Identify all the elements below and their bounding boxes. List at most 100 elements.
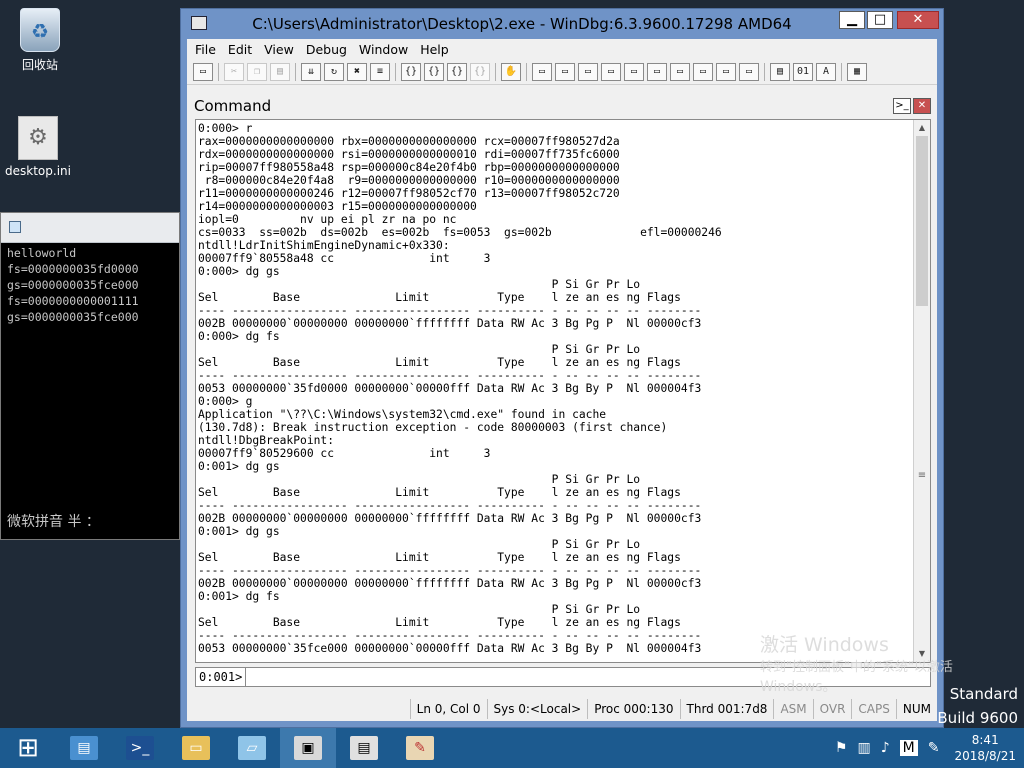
folder-icon: ▭ [182, 736, 210, 760]
run-to-cursor-icon[interactable]: {} [470, 62, 490, 81]
console-icon: ▤ [350, 736, 378, 760]
clock-time: 8:41 [971, 733, 999, 747]
taskbar-powershell[interactable]: >_ [112, 728, 168, 768]
taskbar-explorer[interactable]: ▭ [168, 728, 224, 768]
windbg-icon: ▣ [294, 736, 322, 760]
binary-view-icon[interactable]: 01 [793, 62, 813, 81]
console-output: helloworld fs=0000000035fd0000 gs=000000… [7, 246, 139, 324]
locals-window-icon[interactable]: ▭ [578, 62, 598, 81]
windows-logo-icon: ⊞ [17, 733, 39, 763]
toolbar-separator [295, 62, 296, 81]
windbg-titlebar[interactable]: C:\Users\Administrator\Desktop\2.exe - W… [181, 9, 943, 39]
step-out-icon[interactable]: {} [447, 62, 467, 81]
taskbar-paint[interactable]: ✎ [392, 728, 448, 768]
desktop-icon-label: 回收站 [21, 58, 58, 72]
input-language-indicator[interactable]: M [899, 740, 918, 756]
activation-watermark-text: 转到"控制面板"中的"系统"以激活 [760, 660, 953, 675]
taskbar: ⊞ ▤ >_ ▭ ▱ ▣ ▤ ✎ ⚑ ▥ ♪ M ✎ 8:41 2018/8/2… [0, 728, 1024, 768]
registers-window-icon[interactable]: ▭ [601, 62, 621, 81]
source-mode-on-icon[interactable]: ▤ [770, 62, 790, 81]
windbg-app-icon [191, 16, 207, 30]
source-mode-icon[interactable]: ▭ [739, 62, 759, 81]
status-process: Proc 000:130 [587, 699, 679, 719]
edition-text: Standard [949, 685, 1018, 703]
copy-icon[interactable]: ❐ [247, 62, 267, 81]
menu-window[interactable]: Window [353, 42, 414, 57]
menu-debug[interactable]: Debug [300, 42, 353, 57]
paste-icon[interactable]: ▤ [270, 62, 290, 81]
taskbar-notepad[interactable]: ▱ [224, 728, 280, 768]
memory-window-icon[interactable]: ▭ [624, 62, 644, 81]
processes-threads-icon[interactable]: ▭ [716, 62, 736, 81]
menu-view[interactable]: View [258, 42, 300, 57]
menu-file[interactable]: File [189, 42, 222, 57]
scroll-thumb[interactable] [916, 136, 928, 306]
stop-debugging-icon[interactable]: ✖ [347, 62, 367, 81]
status-caps: CAPS [851, 699, 895, 719]
server-manager-icon: ▤ [70, 736, 98, 760]
scratch-pad-icon[interactable]: ▭ [693, 62, 713, 81]
status-asm: ASM [773, 699, 812, 719]
powershell-icon: >_ [126, 736, 154, 760]
vertical-scrollbar[interactable]: ▲ ≡ ▼ [913, 120, 930, 662]
ime-status: 微软拼音 半 ： [7, 514, 100, 530]
maximize-button[interactable]: □ [867, 11, 893, 29]
taskbar-console[interactable]: ▤ [336, 728, 392, 768]
toolbar-separator [218, 62, 219, 81]
flag-icon[interactable]: ⚑ [835, 740, 848, 756]
watch-window-icon[interactable]: ▭ [555, 62, 575, 81]
breakpoint-hand-icon[interactable]: ✋ [501, 62, 521, 81]
disassembly-window-icon[interactable]: ▭ [670, 62, 690, 81]
menu-help[interactable]: Help [414, 42, 455, 57]
prompt-icon[interactable]: >_ [893, 98, 911, 114]
activation-watermark-title: 激活 Windows [760, 634, 889, 656]
clock[interactable]: 8:41 2018/8/21 [954, 732, 1016, 764]
scroll-up-icon[interactable]: ▲ [914, 120, 930, 136]
restart-icon[interactable]: ↻ [324, 62, 344, 81]
command-output[interactable]: 0:000> r rax=0000000000000000 rbx=000000… [195, 119, 931, 663]
menubar: File Edit View Debug Window Help [187, 39, 937, 59]
notepad-icon: ▱ [238, 736, 266, 760]
options-icon[interactable]: ▦ [847, 62, 867, 81]
cut-icon[interactable]: ✂ [224, 62, 244, 81]
close-command-icon[interactable]: ✕ [913, 98, 931, 114]
taskbar-server-manager[interactable]: ▤ [56, 728, 112, 768]
minimize-button[interactable]: ▁ [839, 11, 865, 29]
desktop-icon-label: desktop.ini [5, 164, 71, 178]
font-icon[interactable]: A [816, 62, 836, 81]
clock-date: 2018/8/21 [954, 749, 1016, 763]
call-stack-window-icon[interactable]: ▭ [647, 62, 667, 81]
volume-icon[interactable]: ♪ [881, 740, 890, 756]
command-window-header: Command >_ ✕ [193, 95, 933, 117]
open-icon[interactable]: ▭ [193, 62, 213, 81]
scroll-grip-icon: ≡ [917, 470, 927, 481]
ime-settings-icon[interactable]: ✎ [928, 740, 940, 756]
toolbar-separator [395, 62, 396, 81]
step-over-icon[interactable]: {} [424, 62, 444, 81]
command-window-icon[interactable]: ▭ [532, 62, 552, 81]
build-text: Build 9600 [937, 709, 1018, 727]
close-button[interactable]: ✕ [897, 11, 939, 29]
windbg-client: File Edit View Debug Window Help ▭ ✂ ❐ ▤… [187, 39, 937, 721]
break-icon[interactable]: ≡ [370, 62, 390, 81]
window-title: C:\Users\Administrator\Desktop\2.exe - W… [252, 15, 792, 33]
command-window: Command >_ ✕ 0:000> r rax=00000000000000… [193, 95, 933, 691]
network-icon[interactable]: ▥ [857, 740, 870, 756]
go-icon[interactable]: ⇊ [301, 62, 321, 81]
status-position: Ln 0, Col 0 [409, 699, 487, 719]
desktop-icon-recycle-bin[interactable]: 回收站 [2, 8, 78, 73]
status-num: NUM [895, 699, 937, 719]
step-into-icon[interactable]: {} [401, 62, 421, 81]
recycle-bin-icon [20, 8, 60, 52]
menu-edit[interactable]: Edit [222, 42, 258, 57]
desktop-icon-desktop-ini[interactable]: desktop.ini [0, 116, 76, 178]
status-thread: Thrd 001:7d8 [679, 699, 774, 719]
console-window[interactable]: helloworld fs=0000000035fd0000 gs=000000… [0, 212, 180, 540]
toolbar: ▭ ✂ ❐ ▤ ⇊ ↻ ✖ ≡ {} {} {} {} ✋ ▭ ▭ ▭ ▭ ▭ … [187, 59, 937, 85]
toolbar-separator [526, 62, 527, 81]
taskbar-windbg[interactable]: ▣ [280, 728, 336, 768]
console-titlebar[interactable] [1, 213, 179, 243]
toolbar-separator [495, 62, 496, 81]
windbg-window[interactable]: C:\Users\Administrator\Desktop\2.exe - W… [180, 8, 944, 728]
start-button[interactable]: ⊞ [0, 728, 56, 768]
